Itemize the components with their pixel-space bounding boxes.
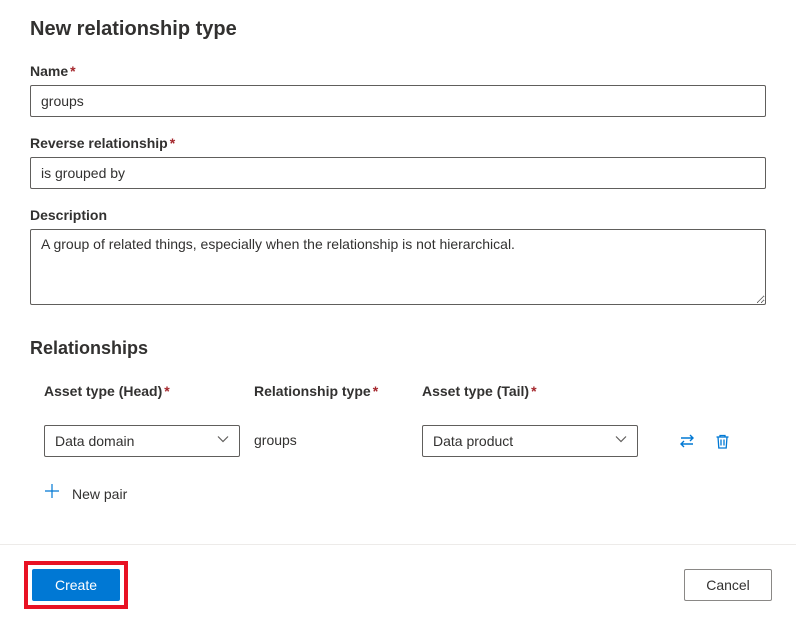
- description-field: Description A group of related things, e…: [30, 207, 766, 310]
- head-column-label: Asset type (Head)*: [44, 383, 170, 399]
- head-select[interactable]: Data domain: [44, 425, 240, 457]
- reverse-input[interactable]: [30, 157, 766, 189]
- relationship-type-value: groups: [254, 432, 297, 448]
- required-marker: *: [164, 383, 169, 399]
- swap-icon[interactable]: [678, 432, 696, 450]
- name-label-text: Name: [30, 63, 68, 79]
- tail-column-label: Asset type (Tail)*: [422, 383, 537, 399]
- required-marker: *: [170, 135, 175, 151]
- type-column-label: Relationship type*: [254, 383, 378, 399]
- relationship-row: Data domain groups Data product: [30, 425, 766, 457]
- tail-select[interactable]: Data product: [422, 425, 638, 457]
- add-new-pair-button[interactable]: New pair: [44, 483, 766, 504]
- create-button[interactable]: Create: [32, 569, 120, 601]
- reverse-field: Reverse relationship*: [30, 135, 766, 189]
- name-label: Name*: [30, 63, 76, 79]
- create-button-highlight: Create: [24, 561, 128, 609]
- head-column-label-text: Asset type (Head): [44, 383, 162, 399]
- tail-column-label-text: Asset type (Tail): [422, 383, 529, 399]
- reverse-label-text: Reverse relationship: [30, 135, 168, 151]
- head-select-value: Data domain: [55, 433, 217, 449]
- relationships-header-row: Asset type (Head)* Relationship type* As…: [30, 383, 766, 401]
- description-textarea[interactable]: A group of related things, especially wh…: [30, 229, 766, 305]
- delete-icon[interactable]: [714, 433, 731, 450]
- name-field: Name*: [30, 63, 766, 117]
- type-column-label-text: Relationship type: [254, 383, 371, 399]
- relationships-title: Relationships: [30, 338, 766, 359]
- plus-icon: [44, 483, 60, 504]
- cancel-button[interactable]: Cancel: [684, 569, 772, 601]
- name-input[interactable]: [30, 85, 766, 117]
- footer: Create Cancel: [0, 544, 796, 625]
- required-marker: *: [373, 383, 378, 399]
- reverse-label: Reverse relationship*: [30, 135, 175, 151]
- description-label: Description: [30, 207, 107, 223]
- required-marker: *: [70, 63, 75, 79]
- chevron-down-icon: [615, 432, 627, 450]
- page-title: New relationship type: [30, 18, 766, 41]
- new-pair-label: New pair: [72, 486, 127, 502]
- chevron-down-icon: [217, 432, 229, 450]
- tail-select-value: Data product: [433, 433, 615, 449]
- required-marker: *: [531, 383, 536, 399]
